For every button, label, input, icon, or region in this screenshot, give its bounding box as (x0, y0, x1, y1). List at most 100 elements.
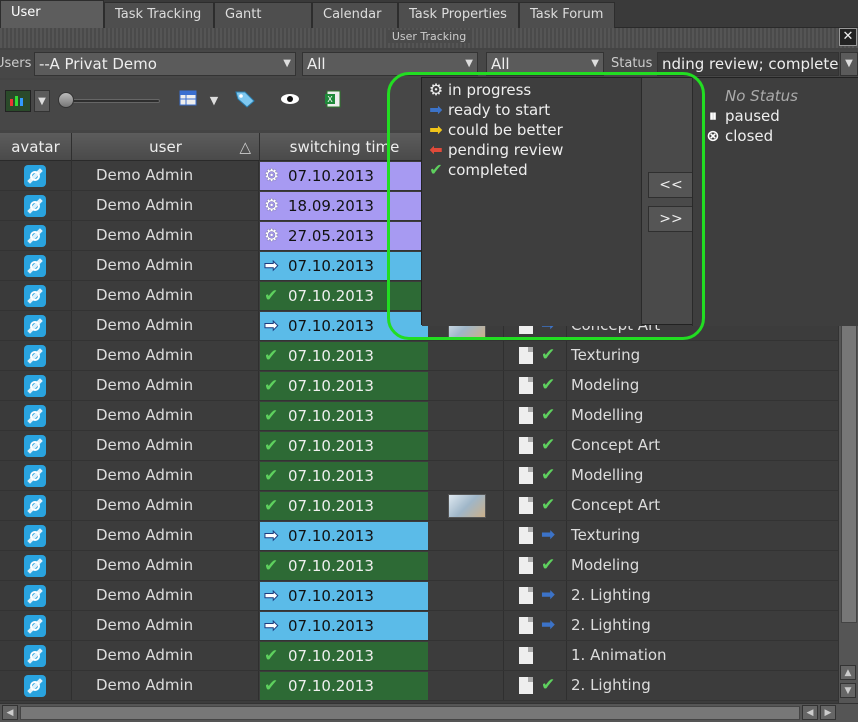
avatar-cell (0, 341, 72, 370)
table-row[interactable]: Demo Admin ✔ 07.10.2013 ✔ Modelling (0, 401, 838, 431)
excel-export-icon[interactable]: X (320, 90, 346, 112)
users-combo[interactable]: --A Privat Demo ▼ (34, 52, 296, 76)
scroll-left-button[interactable]: ◀ (802, 705, 818, 720)
thumbnail-cell (429, 611, 504, 640)
table-row[interactable]: Demo Admin ➡ 07.10.2013 ➡ 2. Lighting (0, 611, 838, 641)
switching-time-cell: ✔ 07.10.2013 (260, 402, 428, 430)
table-row[interactable]: Demo Admin ✔ 07.10.2013 ✔ 2. Lighting (0, 671, 838, 701)
chart-icon[interactable] (5, 90, 31, 112)
check-icon: ✔ (541, 405, 556, 425)
thumbnail-cell (429, 641, 504, 670)
status-option-closed[interactable]: ⊗ closed (701, 126, 773, 146)
table-row[interactable]: Demo Admin ✔ 07.10.2013 1. Animation (0, 641, 838, 671)
table-row[interactable]: Demo Admin ➡ 07.10.2013 ➡ 2. Lighting (0, 581, 838, 611)
check-icon: ✔ (264, 676, 279, 696)
status-dropdown-button[interactable]: ▼ (840, 52, 858, 76)
status-option-could-be-better[interactable]: ➡ could be better (424, 120, 563, 140)
tab-calendar[interactable]: Calendar (312, 2, 398, 28)
check-icon: ✔ (264, 346, 279, 366)
table-row[interactable]: Demo Admin ✔ 07.10.2013 ✔ Texturing (0, 341, 838, 371)
task-cell: Modelling (566, 401, 838, 430)
status-option-paused[interactable]: ⏸ paused (701, 106, 780, 126)
avatar-cell (0, 251, 72, 280)
tab-task-forum[interactable]: Task Forum (519, 2, 615, 28)
scroll-up-button[interactable]: ▲ (840, 665, 856, 680)
tag-icon[interactable] (232, 90, 258, 112)
avatar-cell (0, 611, 72, 640)
filter-combo-2[interactable]: All ▼ (302, 52, 478, 76)
thumbnail-cell (429, 551, 504, 580)
tab-bar: User Tracking Task Tracking Gantt Chart … (0, 0, 858, 46)
status-option-pending-review[interactable]: ⬅ pending review (424, 140, 563, 160)
svg-text:X: X (327, 95, 333, 104)
status-filter-field[interactable]: nding review; completed (657, 52, 839, 76)
zoom-slider[interactable] (60, 99, 160, 103)
panel-title: User Tracking (385, 30, 473, 43)
close-icon[interactable]: ✕ (839, 28, 857, 46)
zoom-slider-handle[interactable] (58, 92, 74, 108)
table-row[interactable]: Demo Admin ✔ 07.10.2013 ✔ Concept Art (0, 491, 838, 521)
tab-gantt-chart[interactable]: Gantt Chart (214, 2, 312, 46)
arrow-right-icon: ➡ (263, 616, 279, 637)
table-icon[interactable] (175, 90, 201, 112)
horizontal-scroll-thumb[interactable] (20, 706, 800, 720)
user-cell: Demo Admin (92, 311, 259, 340)
eye-icon[interactable] (277, 90, 303, 112)
status-option-in-progress[interactable]: ⚙ in progress (424, 80, 531, 100)
switching-time-cell: ✔ 07.10.2013 (260, 372, 428, 400)
avatar (24, 555, 46, 577)
status-option-ready-to-start[interactable]: ➡ ready to start (424, 100, 550, 120)
user-cell: Demo Admin (92, 221, 259, 250)
switching-date: 07.10.2013 (288, 317, 374, 335)
document-icon[interactable] (519, 497, 533, 514)
table-row[interactable]: Demo Admin ✔ 07.10.2013 ✔ Modelling (0, 461, 838, 491)
document-icon[interactable] (519, 377, 533, 394)
document-icon[interactable] (519, 437, 533, 454)
user-cell: Demo Admin (92, 401, 259, 430)
add-status-button[interactable]: << (648, 172, 694, 198)
horizontal-scrollbar[interactable]: ◀ ◀ ▶ (0, 703, 858, 722)
table-row[interactable]: Demo Admin ✔ 07.10.2013 ✔ Concept Art (0, 431, 838, 461)
scroll-down-button[interactable]: ▼ (840, 683, 856, 698)
vertical-scroll-thumb[interactable] (841, 323, 857, 623)
table-row[interactable]: Demo Admin ✔ 07.10.2013 ✔ Modeling (0, 371, 838, 401)
switching-date: 27.05.2013 (288, 227, 374, 245)
scroll-left-button[interactable]: ◀ (2, 705, 18, 720)
document-icon[interactable] (519, 677, 533, 694)
tab-user-tracking[interactable]: User Tracking (0, 0, 104, 44)
user-cell: Demo Admin (92, 551, 259, 580)
avatar-cell (0, 221, 72, 250)
status-option-completed[interactable]: ✔ completed (424, 160, 528, 180)
remove-status-button[interactable]: >> (648, 206, 694, 232)
status-option-no-status[interactable]: No Status (701, 86, 798, 106)
switching-date: 07.10.2013 (288, 497, 374, 515)
document-icon[interactable] (519, 647, 533, 664)
document-icon[interactable] (519, 617, 533, 634)
document-icon[interactable] (519, 467, 533, 484)
column-header-switching-time[interactable]: switching time (260, 133, 430, 161)
table-row[interactable]: Demo Admin ✔ 07.10.2013 ✔ Modeling (0, 551, 838, 581)
status-option-label: completed (448, 161, 528, 179)
check-icon: ✔ (541, 375, 556, 395)
switching-date: 07.10.2013 (288, 347, 374, 365)
selected-status-list[interactable]: ⚙ in progress ➡ ready to start ➡ could b… (422, 78, 642, 326)
document-icon[interactable] (519, 557, 533, 574)
chevron-down-icon[interactable]: ▼ (205, 90, 223, 112)
document-icon[interactable] (519, 587, 533, 604)
arrow-right-icon: ➡ (541, 585, 556, 605)
scroll-right-button[interactable]: ▶ (820, 705, 836, 720)
task-thumbnail[interactable] (448, 494, 486, 518)
table-row[interactable]: Demo Admin ➡ 07.10.2013 ➡ Texturing (0, 521, 838, 551)
tab-task-properties[interactable]: Task Properties (398, 2, 519, 28)
column-header-avatar[interactable]: avatar (0, 133, 72, 161)
document-icon[interactable] (519, 347, 533, 364)
filter-combo-3[interactable]: All ▼ (486, 52, 604, 76)
avatar-cell (0, 161, 72, 190)
tab-task-tracking[interactable]: Task Tracking (104, 2, 214, 28)
document-icon[interactable] (519, 527, 533, 544)
document-icon[interactable] (519, 407, 533, 424)
available-status-list[interactable]: No Status ⏸ paused ⊗ closed (692, 78, 858, 326)
check-icon: ✔ (264, 466, 279, 486)
chevron-down-icon[interactable]: ▼ (34, 90, 50, 112)
column-header-user[interactable]: user △ (72, 133, 260, 161)
